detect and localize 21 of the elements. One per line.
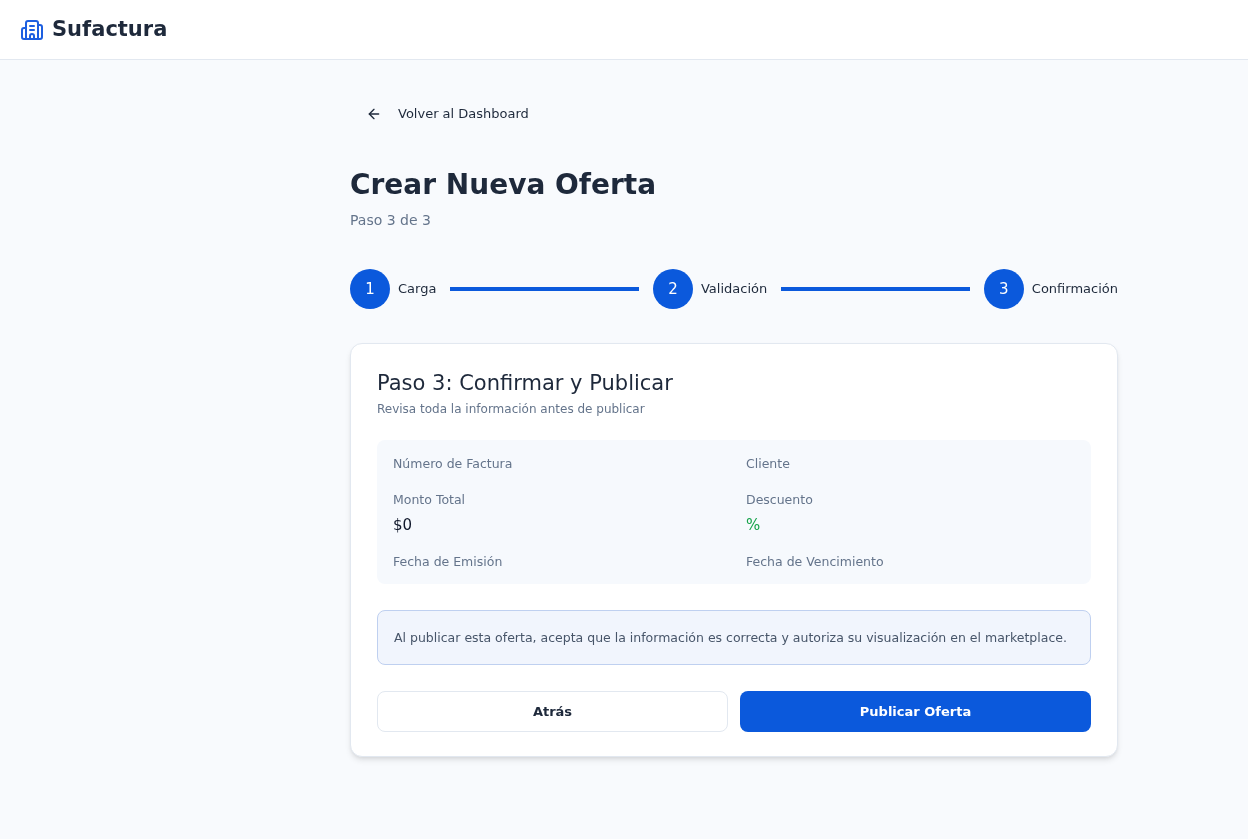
field-value: % (746, 514, 762, 536)
field-label: Fecha de Vencimiento (746, 553, 885, 571)
field-label: Monto Total (393, 490, 467, 509)
card-title: Paso 3: Confirmar y Publicar (377, 369, 674, 396)
field-label: Número de Factura (393, 455, 514, 473)
publish-button[interactable]: Publicar Oferta (740, 690, 1091, 732)
field-value: $0 (393, 514, 414, 536)
app-name: Sufactura (52, 15, 168, 43)
step-label: Confirmación (1031, 280, 1118, 298)
back-button[interactable]: Atrás (377, 690, 728, 732)
page-title: Crear Nueva Oferta (350, 166, 658, 202)
notice-text: Al publicar esta oferta, acepta que la información es correcta y autoriza su visualización en el marketplace. (394, 628, 1068, 647)
page-subtitle: Paso 3 de 3 (350, 210, 432, 230)
card-subtitle: Revisa toda la información antes de publicar (377, 401, 646, 418)
field-label: Cliente (746, 455, 791, 473)
step-label: Validación (701, 280, 768, 298)
building-icon (20, 17, 44, 42)
back-link[interactable]: Volver al Dashboard (366, 104, 529, 124)
step-label: Carga (398, 280, 437, 298)
field-label: Descuento (746, 490, 814, 509)
field-label: Fecha de Emisión (393, 553, 504, 571)
